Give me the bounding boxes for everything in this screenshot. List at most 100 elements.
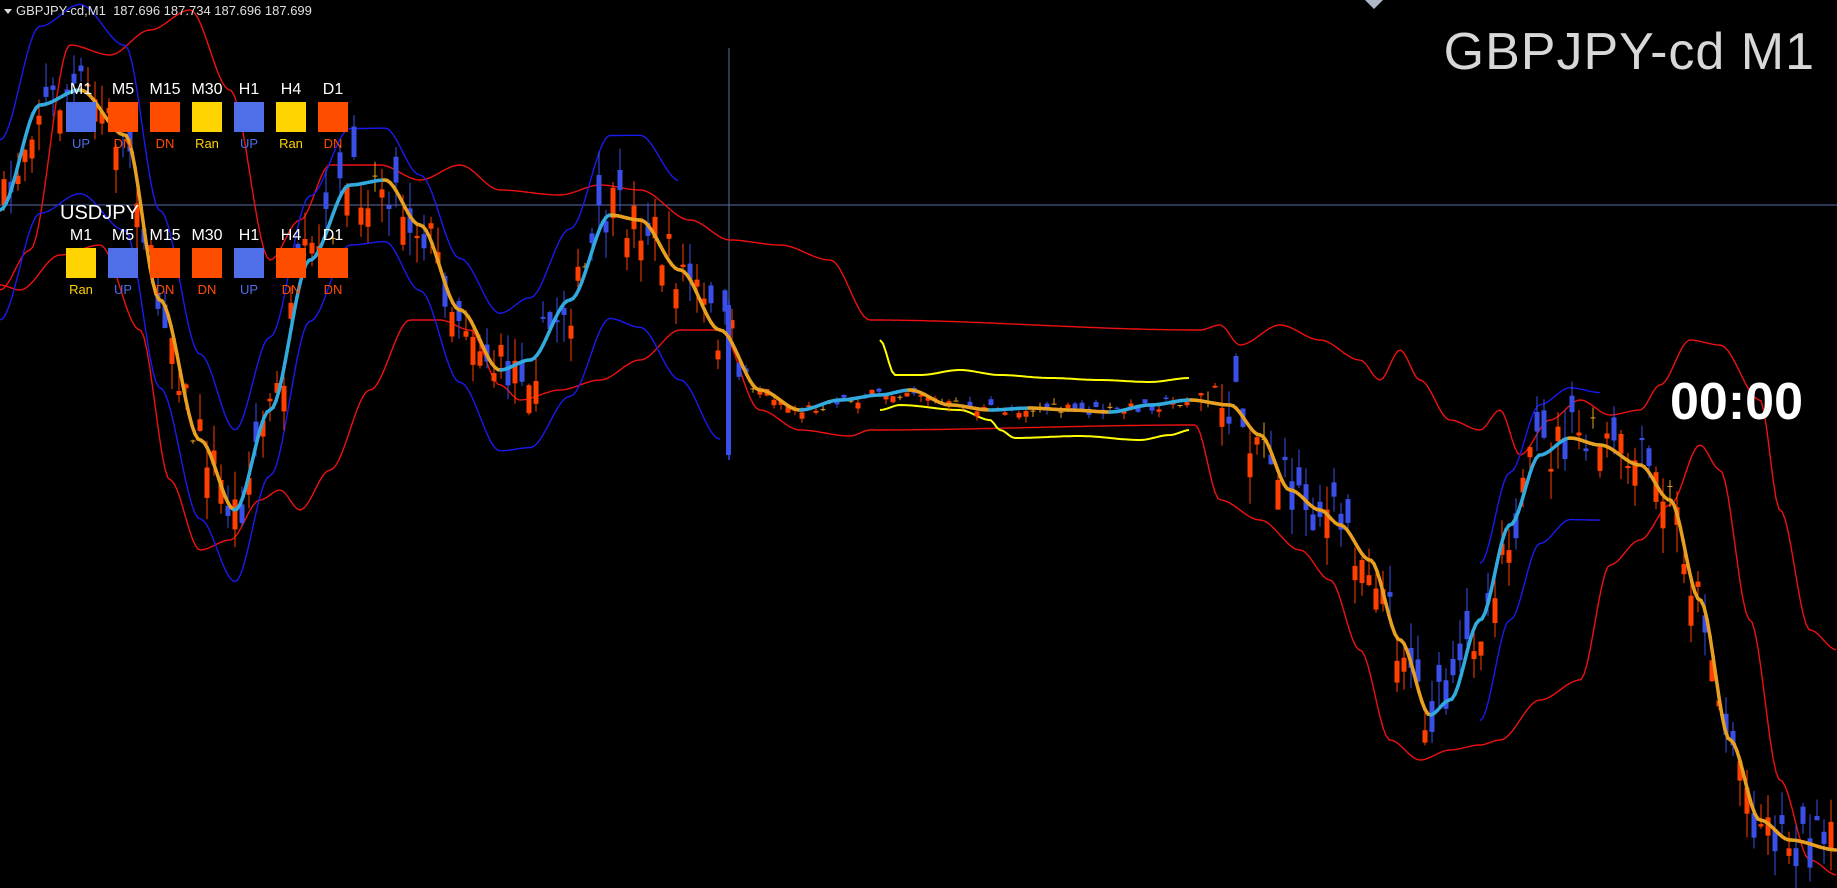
candle-body	[1786, 848, 1792, 856]
candle-body	[232, 499, 238, 530]
moving-average-segment	[1678, 524, 1685, 542]
candle-body	[988, 399, 994, 405]
candle-body	[659, 265, 665, 286]
candle-body	[1450, 658, 1456, 676]
timeframe-label: M30	[191, 81, 223, 98]
moving-average-segment	[1741, 770, 1748, 786]
symbol-label: GBPJPY-cd,M1	[16, 3, 106, 18]
ohlc-prices: 187.696 187.734 187.696 187.699	[113, 3, 312, 18]
lower-inner-band-line	[1479, 518, 1600, 722]
candle-body	[78, 65, 84, 72]
candle-timer: 00:00	[1670, 373, 1803, 431]
candle-body	[1660, 501, 1666, 529]
candle-body	[1639, 438, 1645, 441]
candle-body	[1142, 399, 1148, 404]
upper-inner-band-line	[1479, 386, 1601, 564]
moving-average-segment	[1462, 650, 1469, 666]
timeframe-label: D1	[322, 227, 344, 244]
candle-body	[1597, 447, 1603, 471]
trend-status-box	[318, 102, 348, 132]
candle-body	[1793, 848, 1799, 867]
trend-status-label: DN	[113, 136, 133, 151]
candle-body	[1401, 657, 1407, 672]
candle-body	[1219, 408, 1225, 427]
candle-body	[1352, 565, 1358, 581]
candle-body	[36, 115, 42, 125]
candle-body	[855, 402, 861, 409]
candle-body	[1310, 514, 1316, 531]
candle-body	[470, 336, 476, 365]
candle-body	[498, 344, 504, 357]
candle-body	[281, 385, 287, 412]
candle-body	[624, 238, 630, 258]
trend-panel-usdjpy: USDJPY M1 Ran M5 UP M15 DN M30 DN H1 UP H4 DN D1 DN	[60, 202, 354, 298]
candle-body	[1275, 480, 1281, 510]
trend-status-label: UP	[113, 282, 133, 297]
candle-body	[897, 396, 903, 398]
trend-status-box	[234, 102, 264, 132]
candle-body	[1359, 560, 1365, 584]
candle-body	[1394, 660, 1400, 683]
moving-average-segment	[1708, 634, 1715, 658]
trend-status-label: UP	[239, 282, 259, 297]
trend-status-box	[150, 102, 180, 132]
candle-body	[1436, 664, 1442, 682]
candle-body	[1688, 595, 1694, 626]
candle-body	[638, 240, 644, 261]
trend-status-box	[234, 248, 264, 278]
candle-body	[43, 86, 49, 97]
candle-body	[463, 331, 469, 337]
trend-status-box	[66, 248, 96, 278]
candle-body	[1590, 417, 1596, 419]
timeframe-d1: D1 DN	[312, 226, 354, 298]
range-channel-lower	[879, 403, 1190, 441]
candle-body	[1051, 403, 1057, 405]
timeframe-h1: H1 UP	[228, 80, 270, 152]
candle-body	[1366, 575, 1372, 586]
moving-average-segment	[1714, 675, 1721, 700]
timeframe-row: M1 UP M5 DN M15 DN M30 Ran H1 UP H4 Ran D1 DN	[60, 80, 354, 152]
candle-body	[617, 170, 623, 191]
candle-body	[1282, 456, 1288, 461]
trend-status-box	[192, 102, 222, 132]
candle-body	[1618, 433, 1624, 454]
moving-average-segment	[292, 295, 299, 315]
moving-average-segment	[166, 312, 173, 328]
chart-window[interactable]: GBPJPY-cd,M1 187.696 187.734 187.696 187…	[0, 0, 1837, 888]
moving-average-segment	[1681, 538, 1688, 557]
candle-body	[1156, 409, 1162, 412]
candle-body	[715, 350, 721, 360]
candle-body	[1023, 410, 1029, 417]
symbol-info-line: GBPJPY-cd,M1 187.696 187.734 187.696 187…	[4, 3, 312, 18]
candle-body	[267, 398, 273, 402]
timeframe-label: H1	[238, 81, 260, 98]
candle-body	[974, 411, 980, 417]
candle-body	[393, 156, 399, 183]
candle-body	[799, 412, 805, 419]
candle-body	[1576, 432, 1582, 436]
timeframe-m30: M30 DN	[186, 226, 228, 298]
candle-body	[876, 388, 882, 392]
candle-body	[337, 152, 343, 179]
lower-band-line	[0, 244, 1837, 876]
candle-body	[1814, 816, 1820, 821]
candle-body	[1758, 824, 1764, 827]
candle-body	[204, 467, 210, 498]
candle-body	[708, 285, 714, 304]
candle-body	[813, 410, 819, 413]
candle-body	[1828, 821, 1834, 851]
candle-body	[1695, 581, 1701, 587]
candle-body	[1177, 405, 1183, 406]
trend-status-box	[108, 102, 138, 132]
candle-body	[568, 325, 574, 339]
candle-body	[1471, 651, 1477, 660]
candle-body	[1541, 410, 1547, 438]
candle-body	[1254, 437, 1260, 445]
dropdown-arrow-icon[interactable]	[4, 9, 12, 15]
trend-status-label: DN	[281, 282, 301, 297]
timeframe-m15: M15 DN	[144, 226, 186, 298]
chart-shift-marker-icon[interactable]	[1365, 0, 1383, 9]
candle-body	[1296, 467, 1302, 486]
trend-status-box	[66, 102, 96, 132]
candle-body	[757, 391, 763, 395]
